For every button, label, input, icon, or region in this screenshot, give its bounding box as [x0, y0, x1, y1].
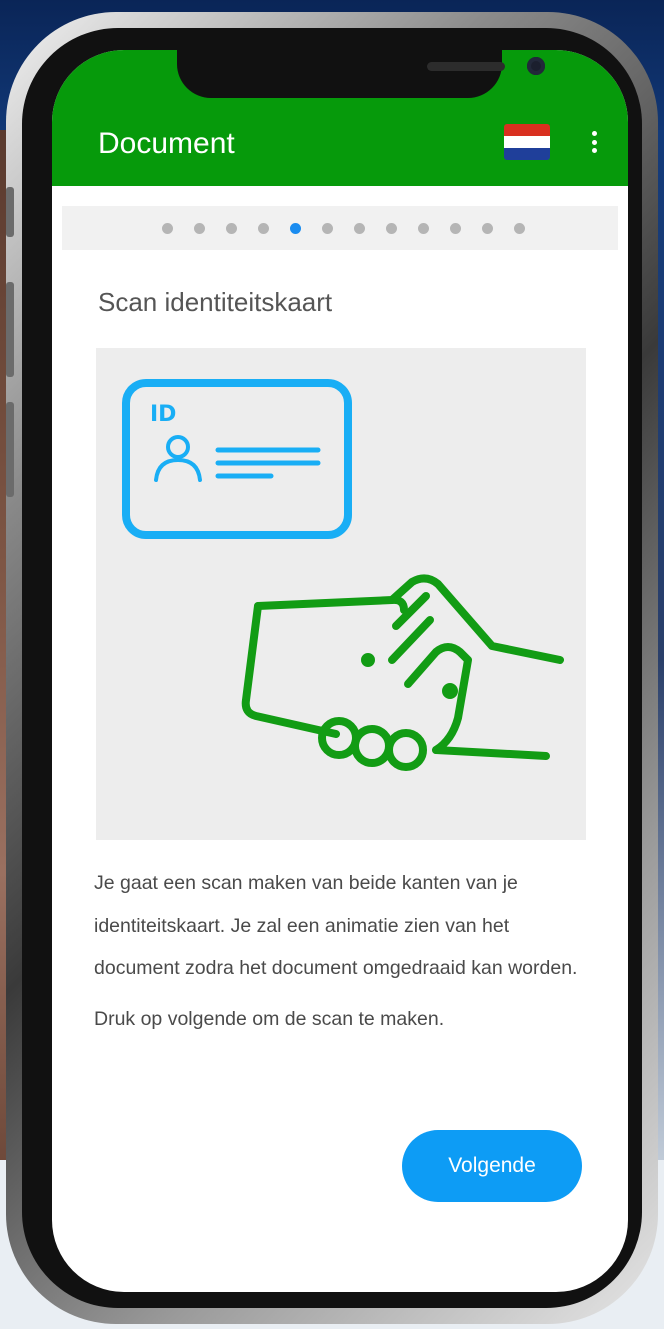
- step-dot: [418, 223, 429, 234]
- step-dot: [258, 223, 269, 234]
- hand-holding-card-icon: [241, 574, 564, 771]
- id-card-scan-illustration: ID: [96, 348, 586, 840]
- next-button[interactable]: Volgende: [402, 1130, 582, 1202]
- id-card-icon: ID: [122, 379, 352, 539]
- app-title: Document: [98, 127, 235, 160]
- step-dot: [162, 223, 173, 234]
- phone-volume-down: [6, 402, 14, 497]
- phone-camera: [527, 57, 545, 75]
- id-card-label: ID: [150, 402, 176, 427]
- phone-notch: [177, 50, 545, 98]
- step-dot: [226, 223, 237, 234]
- phone-screen: Document Scan identiteitskaart ID Je gaa…: [52, 50, 628, 1292]
- netherlands-flag-icon[interactable]: [504, 124, 550, 160]
- phone-volume-up: [6, 282, 14, 377]
- step-dot: [482, 223, 493, 234]
- step-dot: [354, 223, 365, 234]
- step-dot: [514, 223, 525, 234]
- illustration-svg: ID: [122, 379, 564, 771]
- instructions-text: Je gaat een scan maken van beide kanten …: [94, 862, 594, 1040]
- more-vert-icon[interactable]: [586, 128, 602, 156]
- step-dot: [450, 223, 461, 234]
- step-indicator: [62, 206, 618, 250]
- step-dot: [386, 223, 397, 234]
- step-dot-active: [290, 223, 301, 234]
- phone-mute-switch: [6, 187, 14, 237]
- step-dot: [322, 223, 333, 234]
- instructions-paragraph: Druk op volgende om de scan te maken.: [94, 1007, 445, 1030]
- phone-speaker: [427, 62, 505, 71]
- instructions-paragraph: Je gaat een scan maken van beide kanten …: [94, 872, 578, 979]
- page-title: Scan identiteitskaart: [98, 287, 333, 317]
- step-dot: [194, 223, 205, 234]
